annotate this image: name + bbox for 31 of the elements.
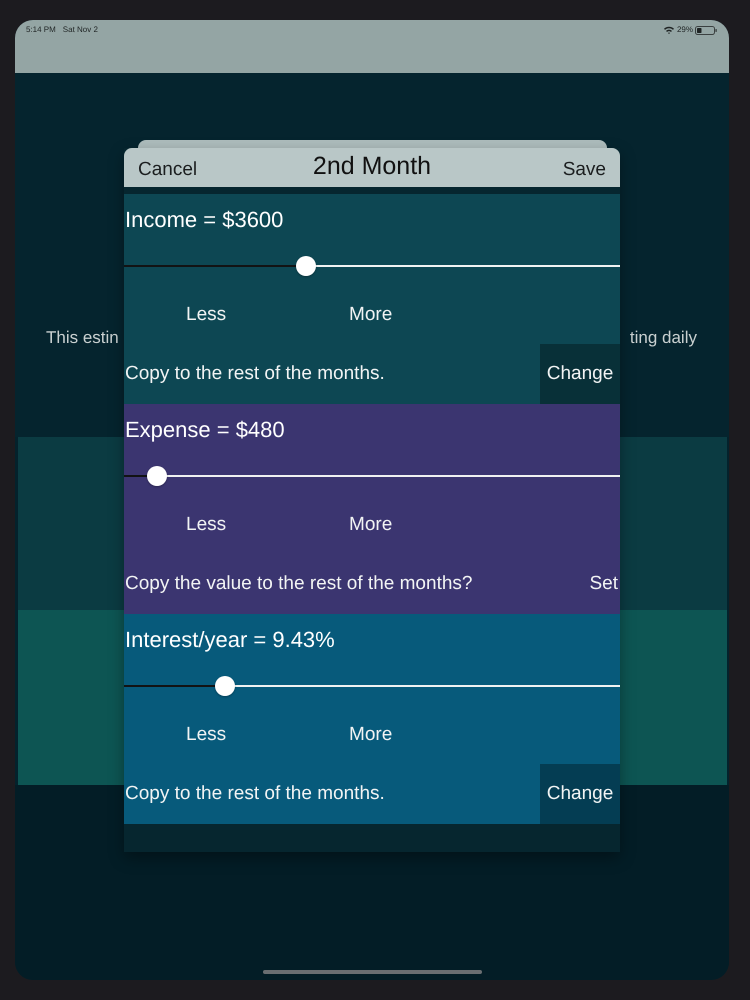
slider-thumb[interactable]	[296, 256, 316, 276]
copy-prompt: Copy to the rest of the months.	[124, 362, 385, 386]
less-button[interactable]: Less	[186, 514, 226, 536]
value-label: Interest/year = 9.43%	[125, 627, 335, 653]
more-button[interactable]: More	[349, 514, 392, 536]
description-text: This estin	[46, 327, 119, 349]
less-button[interactable]: Less	[186, 724, 226, 746]
battery-icon	[695, 26, 717, 34]
copy-prompt: Copy the value to the rest of the months?	[124, 572, 472, 596]
value-label: Expense = $480	[125, 417, 285, 443]
slider-track[interactable]	[124, 676, 620, 696]
slider-thumb[interactable]	[215, 676, 236, 696]
cancel-button[interactable]: Cancel	[138, 158, 198, 180]
status-date: Sat Nov 2	[62, 25, 98, 35]
save-button[interactable]: Save	[562, 158, 606, 180]
description-text: ting daily	[630, 327, 697, 349]
slider-track[interactable]	[124, 256, 620, 276]
more-button[interactable]: More	[349, 304, 392, 326]
more-button[interactable]: More	[349, 724, 392, 746]
copy-prompt: Copy to the rest of the months.	[124, 782, 385, 806]
copy-button[interactable]: Change	[540, 764, 620, 824]
less-button[interactable]: Less	[186, 304, 226, 326]
battery-percent: 29%	[676, 25, 693, 35]
slider-track[interactable]	[124, 466, 620, 486]
copy-button[interactable]: Set	[585, 554, 620, 614]
value-label: Income = $3600	[125, 207, 284, 233]
wifi-icon	[664, 26, 674, 34]
status-time: 5:14 PM	[26, 25, 56, 35]
modal-title: 2nd Month	[312, 152, 432, 180]
slider-thumb[interactable]	[147, 466, 168, 486]
copy-button[interactable]: Change	[540, 344, 620, 404]
